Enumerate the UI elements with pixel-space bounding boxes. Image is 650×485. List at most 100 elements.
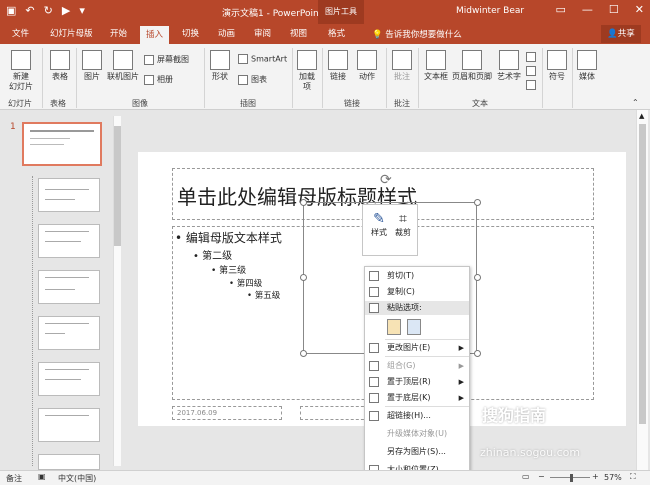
resize-handle[interactable]: [300, 350, 307, 357]
chart-icon: [238, 74, 248, 85]
layout-thumbnail[interactable]: [38, 270, 100, 304]
paste-keep-format-icon[interactable]: [387, 319, 401, 335]
header-footer-button[interactable]: 页眉和页脚: [452, 50, 492, 82]
resize-handle[interactable]: [474, 274, 481, 281]
rotate-handle-icon[interactable]: ⟳: [380, 172, 392, 188]
resize-handle[interactable]: [474, 350, 481, 357]
chart-button[interactable]: 图表: [238, 74, 267, 85]
style-icon: ✎: [373, 211, 385, 227]
wordart-button[interactable]: 艺术字: [496, 50, 522, 82]
window-controls: ▭ — ☐ ✕: [556, 3, 645, 16]
share-button[interactable]: 👤共享: [601, 25, 641, 43]
main-scrollbar[interactable]: ▲: [636, 110, 648, 470]
menu-item-cut[interactable]: 剪切(T): [365, 269, 469, 283]
screenshot-button[interactable]: 屏幕截图: [144, 54, 189, 65]
change-picture-icon: [369, 343, 379, 353]
scroll-up-icon[interactable]: ▲: [639, 112, 644, 120]
watermark-url: zhinan.sogou.com: [480, 446, 581, 459]
customize-qat-icon[interactable]: ▾: [79, 4, 85, 17]
tab-format[interactable]: 格式: [328, 27, 345, 39]
comment-button[interactable]: 批注: [390, 50, 414, 82]
close-icon[interactable]: ✕: [635, 3, 644, 16]
menu-item-change-picture[interactable]: 更改图片(E) ▶: [365, 341, 469, 355]
fit-slide-icon[interactable]: ▭: [522, 472, 530, 481]
zoom-slider-thumb[interactable]: [570, 474, 573, 482]
status-bar: 备注 ▣ 中文(中国) ▭ − + 57% ⛶: [0, 470, 650, 485]
picture-button[interactable]: 图片: [80, 50, 104, 82]
menu-item-bring-to-front[interactable]: 置于顶层(R) ▶: [365, 375, 469, 389]
undo-icon[interactable]: ↶: [25, 4, 34, 17]
master-slide-thumbnail[interactable]: [22, 122, 102, 166]
smartart-button[interactable]: SmartArt: [238, 54, 287, 64]
tab-transitions[interactable]: 切换: [182, 27, 199, 39]
layout-thumbnail[interactable]: [38, 224, 100, 258]
media-button[interactable]: 媒体: [576, 50, 598, 82]
layout-thumbnail[interactable]: [38, 362, 100, 396]
shapes-button[interactable]: 形状: [208, 50, 232, 82]
thumb-line: [45, 323, 89, 324]
online-picture-button[interactable]: 联机图片: [106, 50, 140, 82]
menu-item-group[interactable]: 组合(G) ▶: [365, 359, 469, 373]
group-label-illustrations: 插图: [240, 99, 256, 108]
user-name[interactable]: Midwinter Bear: [456, 6, 524, 16]
object-button[interactable]: [526, 80, 539, 90]
menu-item-copy[interactable]: 复制(C): [365, 285, 469, 299]
layout-thumbnail[interactable]: [38, 408, 100, 442]
notes-button[interactable]: 备注: [6, 473, 22, 484]
table-button[interactable]: 表格: [46, 50, 74, 82]
date-placeholder[interactable]: 2017.06.09: [172, 406, 282, 420]
album-button[interactable]: 相册: [144, 74, 173, 85]
zoom-out-icon[interactable]: −: [538, 472, 545, 481]
new-slide-button[interactable]: 新建 幻灯片: [6, 50, 36, 92]
redo-icon[interactable]: ↻: [44, 4, 53, 17]
fit-window-icon[interactable]: ⛶: [630, 472, 636, 482]
menu-item-hyperlink[interactable]: 超链接(H)...: [365, 409, 469, 423]
group-label-links: 链接: [344, 99, 360, 108]
tab-home[interactable]: 开始: [110, 27, 127, 39]
tab-review[interactable]: 审阅: [254, 27, 271, 39]
link-button[interactable]: 链接: [326, 50, 350, 82]
tab-file[interactable]: 文件: [12, 27, 29, 39]
layout-thumbnail[interactable]: [38, 454, 100, 470]
thumb-title-line: [30, 130, 94, 132]
layout-thumbnail[interactable]: [38, 178, 100, 212]
thumb-line: [45, 277, 89, 278]
crop-button[interactable]: ⌗ 裁剪: [393, 211, 413, 238]
symbol-button[interactable]: 符号: [546, 50, 568, 82]
minimize-icon[interactable]: —: [582, 3, 593, 16]
save-icon[interactable]: ▣: [6, 4, 16, 17]
spellcheck-icon[interactable]: ▣: [38, 472, 46, 481]
menu-item-send-to-back[interactable]: 置于底层(K) ▶: [365, 391, 469, 405]
tab-view[interactable]: 视图: [290, 27, 307, 39]
zoom-level[interactable]: 57%: [604, 473, 622, 482]
start-from-beginning-icon[interactable]: ▶: [62, 4, 70, 17]
resize-handle[interactable]: [474, 199, 481, 206]
paste-as-picture-icon[interactable]: [407, 319, 421, 335]
scrollbar-thumb[interactable]: [639, 124, 646, 424]
thumb-line: [45, 415, 89, 416]
textbox-button[interactable]: 文本框: [422, 50, 450, 82]
scrollbar-thumb[interactable]: [114, 126, 121, 246]
tab-insert[interactable]: 插入: [140, 26, 170, 44]
zoom-in-icon[interactable]: +: [592, 472, 599, 481]
slide-number-button[interactable]: [526, 66, 539, 76]
layout-thumbnail[interactable]: [38, 316, 100, 350]
date-time-button[interactable]: [526, 52, 539, 62]
tab-slide-master[interactable]: 幻灯片母版: [50, 27, 93, 39]
language-indicator[interactable]: 中文(中国): [58, 473, 96, 484]
resize-handle[interactable]: [300, 199, 307, 206]
action-button[interactable]: 动作: [354, 50, 380, 82]
addins-button[interactable]: 加载 项: [296, 50, 318, 92]
menu-item-save-as-picture[interactable]: 另存为图片(S)...: [365, 445, 469, 459]
style-button[interactable]: ✎ 样式: [369, 211, 389, 238]
maximize-icon[interactable]: ☐: [609, 3, 619, 16]
ribbon-display-icon[interactable]: ▭: [556, 3, 566, 16]
group-divider: [322, 48, 323, 108]
menu-item-upgrade-media[interactable]: 升级媒体对象(U): [365, 427, 469, 441]
resize-handle[interactable]: [300, 274, 307, 281]
thumbnail-scrollbar[interactable]: [113, 116, 121, 466]
collapse-ribbon-icon[interactable]: ⌃: [632, 98, 639, 107]
ribbon: 新建 幻灯片 表格 图片 联机图片 屏幕截图 相册 形状 SmartArt 图表…: [0, 44, 650, 110]
tell-me-box[interactable]: 💡 告诉我你想要做什么: [372, 28, 462, 40]
tab-animations[interactable]: 动画: [218, 27, 235, 39]
